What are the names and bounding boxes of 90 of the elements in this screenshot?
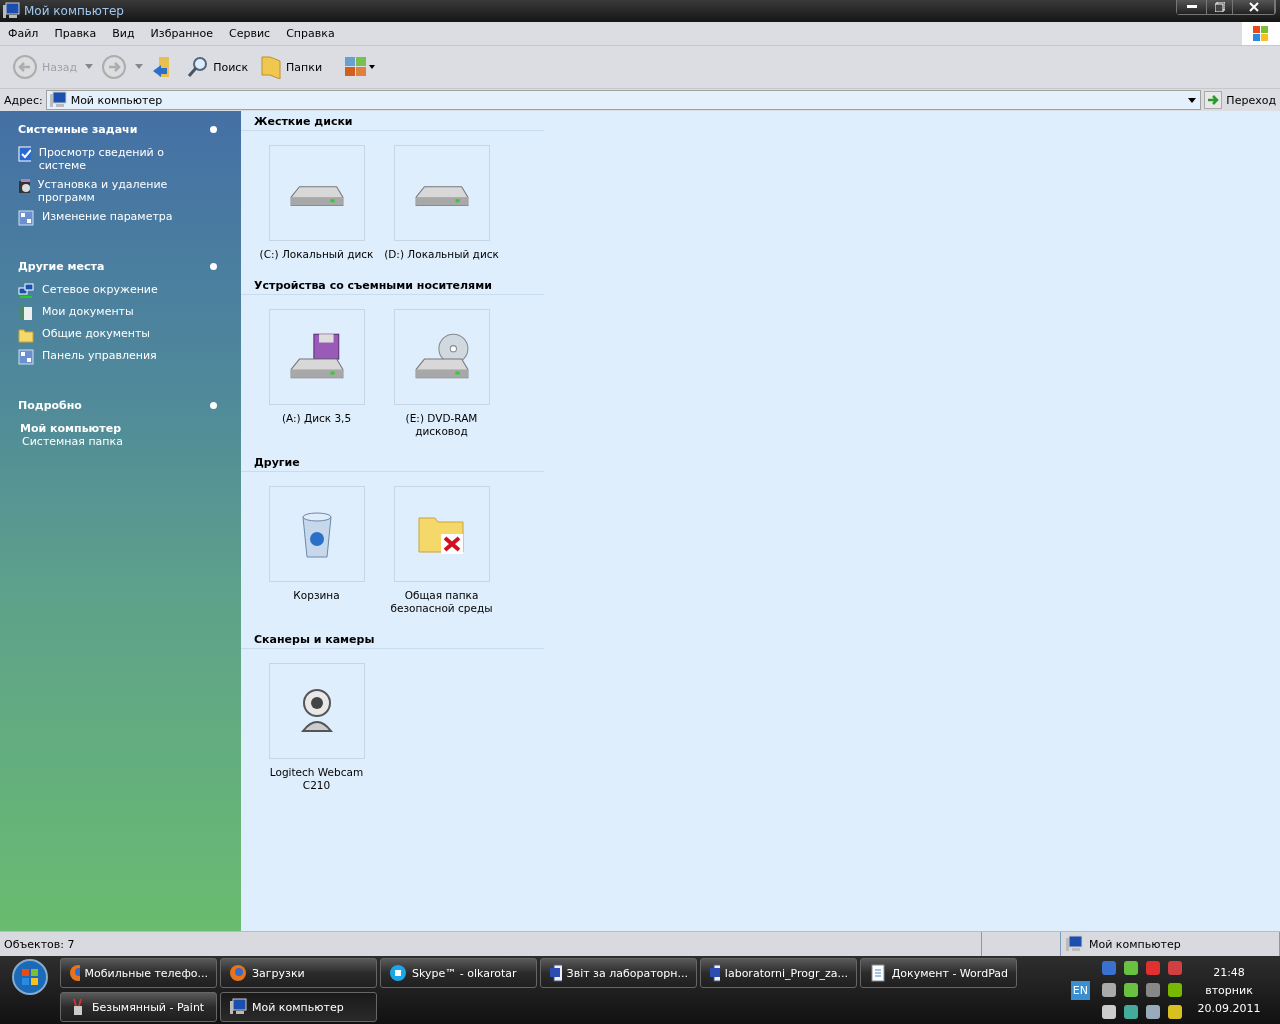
task-link[interactable]: Мои документы <box>18 305 178 321</box>
menu-item[interactable]: Файл <box>0 27 47 40</box>
tray-icon[interactable] <box>1122 1003 1140 1021</box>
tray-icon[interactable] <box>1144 981 1162 999</box>
panel-title: Подробно <box>18 399 82 412</box>
tray-icon[interactable] <box>1144 1003 1162 1021</box>
address-field[interactable]: Мой компьютер <box>45 90 1202 110</box>
taskbar-button[interactable]: Звіт за лабораторн... <box>540 958 697 988</box>
computer-icon <box>229 998 247 1016</box>
item-label: (D:) Локальный диск <box>383 248 500 261</box>
item-label: Корзина <box>292 589 341 602</box>
control-panel-icon <box>18 349 34 365</box>
documents-icon <box>18 305 34 321</box>
details-name: Мой компьютер <box>20 422 122 435</box>
task-link[interactable]: Сетевое окружение <box>18 283 178 299</box>
restore-button[interactable] <box>1207 0 1233 14</box>
window-title: Мой компьютер <box>24 4 125 18</box>
computer-icon <box>2 2 20 20</box>
taskbar-button[interactable]: Skype™ - olkarotar <box>380 958 537 988</box>
panel-title: Другие места <box>18 260 105 273</box>
address-label: Адрес: <box>4 93 43 107</box>
computer-icon <box>48 91 67 109</box>
clock[interactable]: 21:48 вторник 20.09.2011 <box>1194 965 1264 1015</box>
group-heading: Устройства со съемными носителями <box>241 279 544 295</box>
tray-icon[interactable] <box>1166 981 1184 999</box>
collapse-dot-icon[interactable] <box>210 263 217 270</box>
menu-item[interactable]: Правка <box>46 27 105 40</box>
item-tile[interactable] <box>268 309 365 405</box>
tray-icon[interactable] <box>1100 1003 1118 1021</box>
menu-item[interactable]: Избранное <box>142 27 222 40</box>
computer-icon <box>1065 935 1083 953</box>
item-tile[interactable] <box>393 486 490 582</box>
item-label: Logitech Webcam C210 <box>268 766 365 792</box>
task-link[interactable]: Изменение параметра <box>18 210 178 226</box>
search-icon <box>187 56 210 78</box>
task-link[interactable]: Панель управления <box>18 349 178 365</box>
close-icon <box>1248 2 1259 12</box>
tray-icon[interactable] <box>1100 981 1118 999</box>
item-label: (E:) DVD-RAM дисковод <box>404 412 479 438</box>
tray-icon[interactable] <box>1122 981 1140 999</box>
thumbnails-icon <box>344 56 377 78</box>
taskbar-button[interactable]: Мобильные телефо... <box>60 958 217 988</box>
item-tile[interactable] <box>393 145 490 241</box>
item-tile[interactable] <box>268 145 365 241</box>
details-subtitle: Системная папка <box>21 435 124 448</box>
status-location: Мой компьютер <box>1089 937 1181 951</box>
item-label: Общая папка безопасной среды <box>389 589 494 615</box>
go-button[interactable]: Переход <box>1204 91 1276 109</box>
windows-logo <box>1242 22 1280 45</box>
item-label: (A:) Диск 3,5 <box>280 412 353 425</box>
group-heading: Сканеры и камеры <box>241 633 544 649</box>
checkbox-icon <box>18 146 31 162</box>
taskbar-button[interactable]: Загрузки <box>220 958 377 988</box>
cd-box-icon <box>18 178 30 194</box>
taskbar-button[interactable]: Безымянный - Paint <box>60 992 217 1022</box>
taskbar-button[interactable]: Документ - WordPad <box>860 958 1017 988</box>
taskbar-button[interactable]: Мой компьютер <box>220 992 377 1022</box>
item-tile[interactable] <box>268 663 365 759</box>
menu-item[interactable]: Вид <box>104 27 143 40</box>
taskbar-button[interactable]: laboratorni_Progr_za... <box>700 958 857 988</box>
control-panel-icon <box>18 210 34 226</box>
item-tile[interactable] <box>393 309 490 405</box>
task-link[interactable]: Установка и удаление программ <box>18 178 178 204</box>
folder-icon <box>260 55 283 79</box>
close-button[interactable] <box>1233 0 1275 14</box>
tray-icon[interactable] <box>1122 959 1140 977</box>
start-button[interactable] <box>11 958 49 996</box>
item-label: (C:) Локальный диск <box>258 248 375 261</box>
network-computers-icon <box>18 283 34 299</box>
tray-icon[interactable] <box>1166 1003 1184 1021</box>
group-heading: Жесткие диски <box>241 115 544 131</box>
status-text: Объектов: 7 <box>4 937 75 951</box>
collapse-dot-icon[interactable] <box>210 402 217 409</box>
minimize-icon <box>1186 5 1197 9</box>
panel-title: Системные задачи <box>18 123 138 136</box>
group-heading: Другие <box>241 456 544 472</box>
document-icon <box>869 964 887 982</box>
word-document-icon <box>709 964 720 982</box>
folder-icon <box>18 327 34 343</box>
menu-item[interactable]: Сервис <box>221 27 279 40</box>
task-link[interactable]: Общие документы <box>18 327 178 343</box>
folders-button[interactable]: Папки <box>256 53 327 81</box>
menu-item[interactable]: Справка <box>278 27 343 40</box>
collapse-dot-icon[interactable] <box>210 126 217 133</box>
restore-icon <box>1214 2 1225 12</box>
search-button[interactable]: Поиск <box>183 54 253 80</box>
minimize-button[interactable] <box>1177 0 1207 14</box>
item-tile[interactable] <box>268 486 365 582</box>
task-link[interactable]: Просмотр сведений о системе <box>18 146 178 172</box>
word-document-icon <box>549 964 562 982</box>
